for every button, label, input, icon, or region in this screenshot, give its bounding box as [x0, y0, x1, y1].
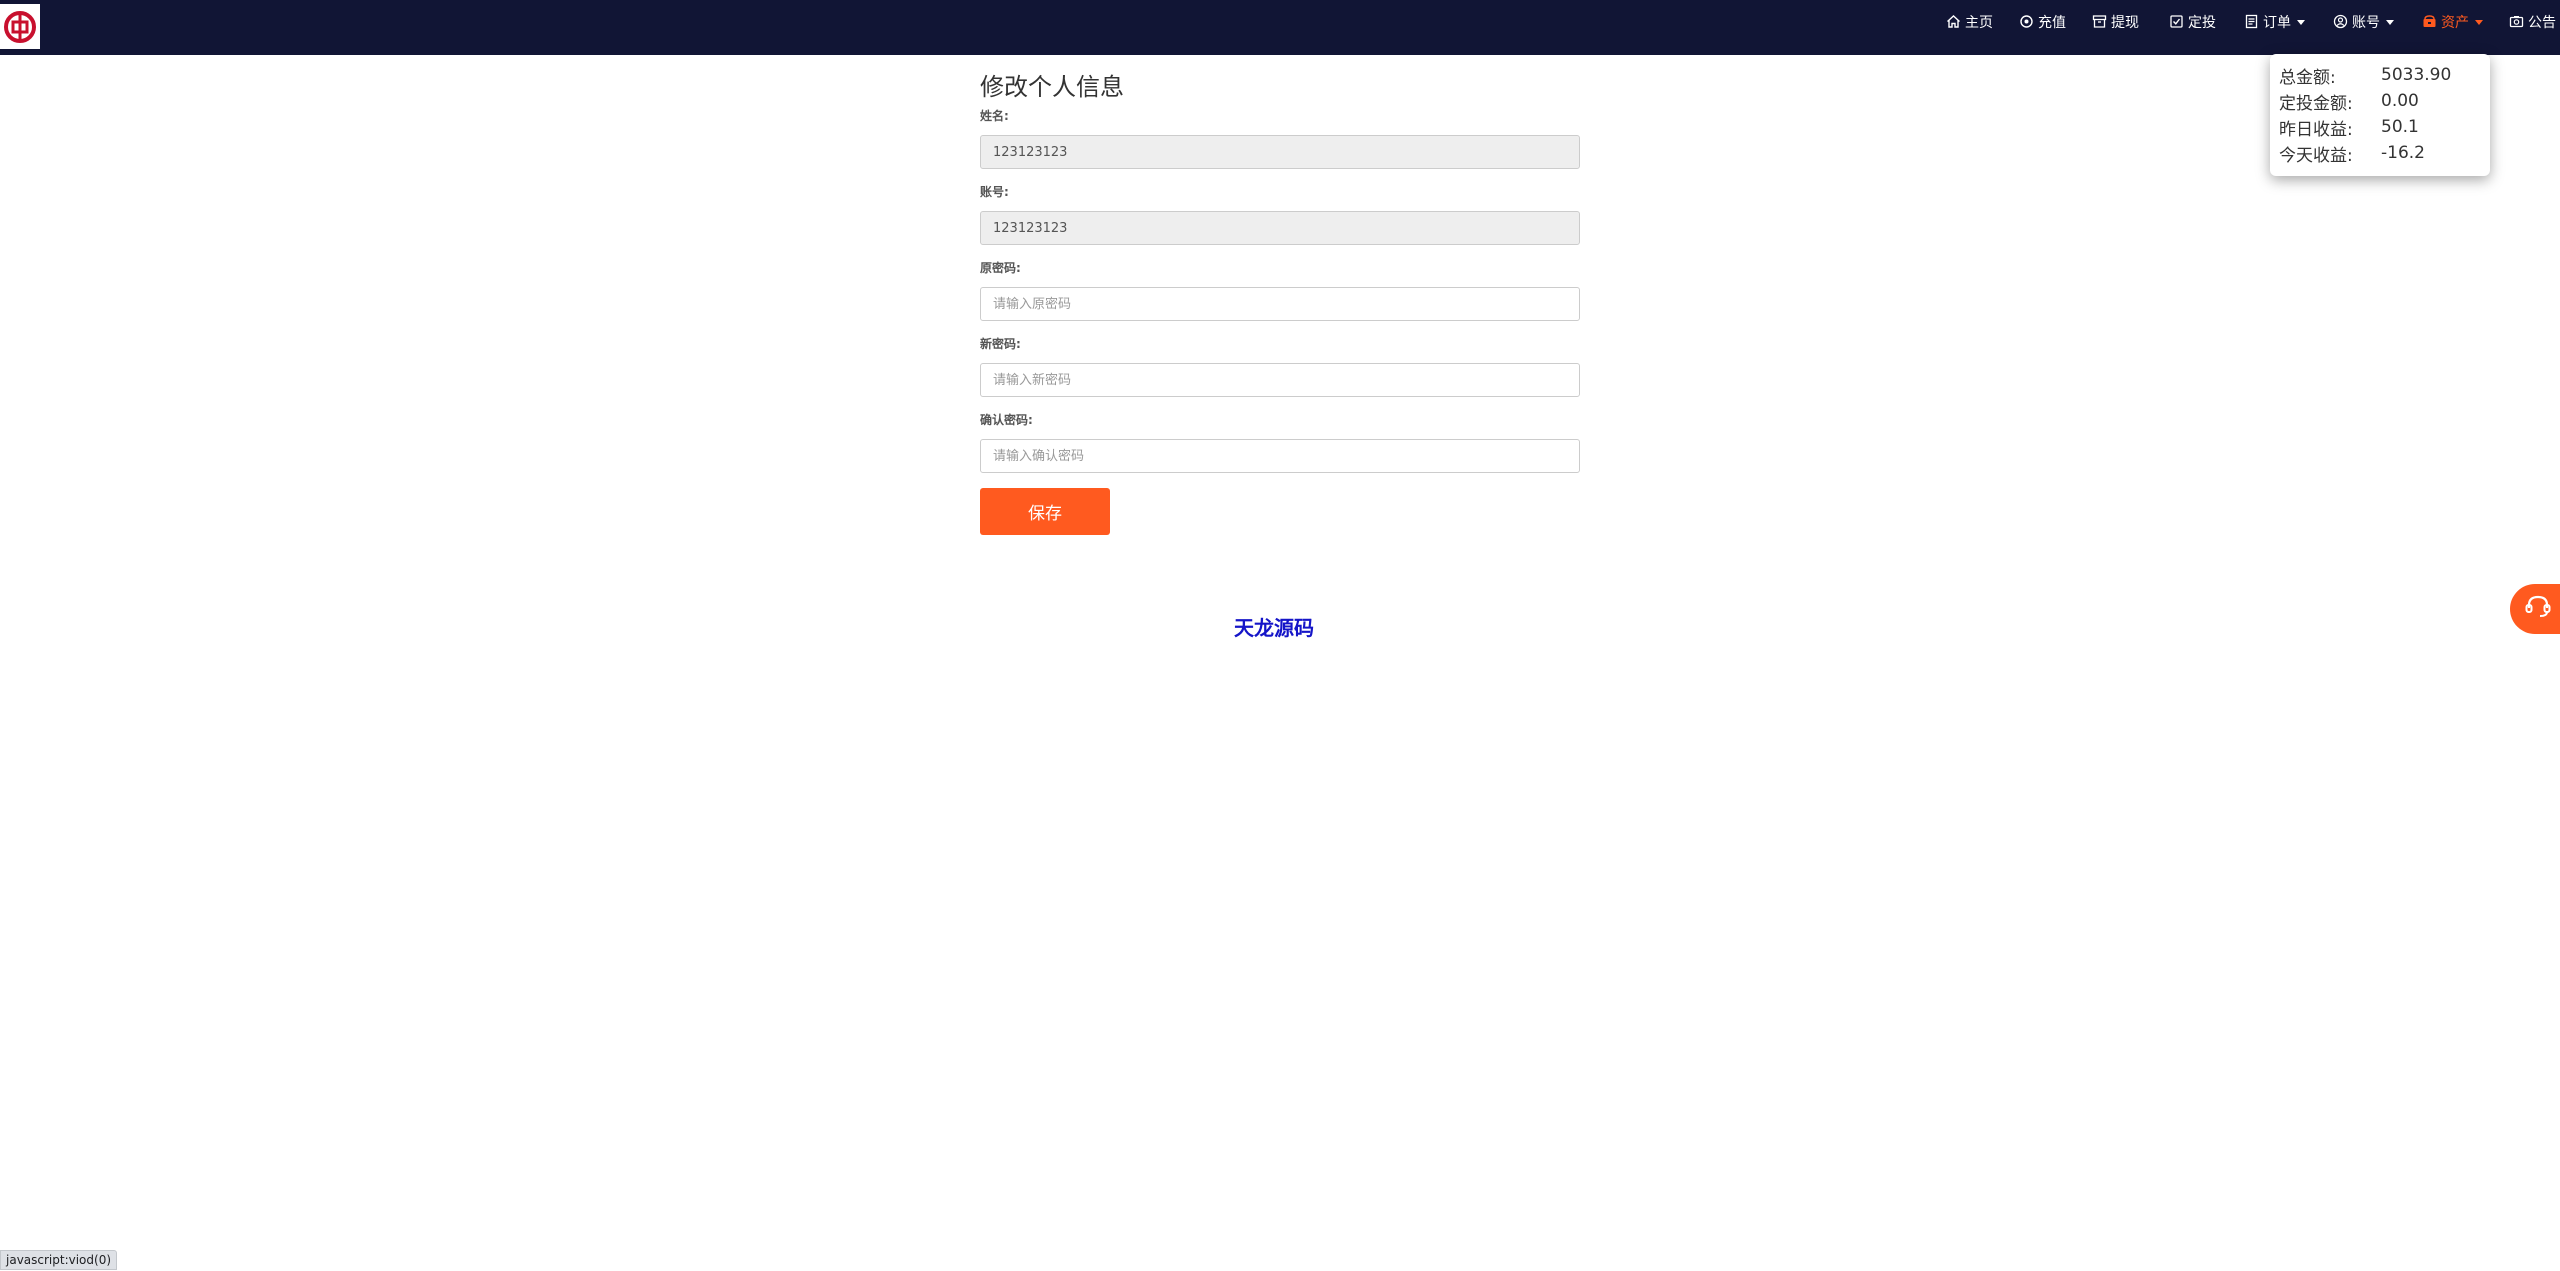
nav-item-label: 资产 — [2441, 14, 2469, 31]
browser-status-bar: javascript:viod(0) — [0, 1250, 118, 1270]
home-icon — [1946, 14, 1961, 29]
archive-icon — [2092, 14, 2107, 29]
chevron-down-icon — [2297, 20, 2305, 25]
top-navbar: 主页 充值 提现 定投 订单 账号 资产 公告 — [0, 0, 2560, 55]
new-password-label: 新密码: — [980, 337, 1021, 351]
user-circle-icon — [2333, 14, 2348, 29]
nav-item-withdraw[interactable]: 提现 — [2092, 0, 2139, 43]
assets-label: 昨日收益: — [2279, 119, 2353, 140]
assets-value: 5033.90 — [2381, 65, 2452, 85]
nav-item-label: 主页 — [1965, 14, 1993, 31]
bank-logo[interactable] — [0, 4, 40, 49]
name-label: 姓名: — [980, 109, 1009, 123]
name-field[interactable] — [980, 135, 1580, 169]
logo-icon — [4, 10, 36, 43]
assets-value: 0.00 — [2381, 91, 2419, 111]
nav-item-orders[interactable]: 订单 — [2244, 0, 2305, 43]
assets-label: 总金额: — [2279, 67, 2336, 88]
account-label: 账号: — [980, 185, 1009, 199]
assets-row-yesterday-income: 昨日收益: 50.1 — [2279, 114, 2490, 140]
assets-value: -16.2 — [2381, 143, 2425, 163]
nav-item-label: 提现 — [2111, 14, 2139, 31]
confirm-password-label: 确认密码: — [980, 413, 1033, 427]
page-title: 修改个人信息 — [980, 73, 1124, 101]
nav-item-label: 定投 — [2188, 14, 2216, 31]
nav-item-label: 充值 — [2038, 14, 2066, 31]
chevron-down-icon — [2475, 20, 2483, 25]
footer-brand[interactable]: 天龙源码 — [1234, 612, 1314, 641]
new-password-field[interactable] — [980, 363, 1580, 397]
checkbox-icon — [2169, 14, 2184, 29]
assets-dropdown: 总金额: 5033.90 定投金额: 0.00 昨日收益: 50.1 今天收益:… — [2270, 54, 2490, 176]
nav-item-account[interactable]: 账号 — [2333, 0, 2394, 43]
nav-item-label: 账号 — [2352, 14, 2380, 31]
nav-item-notice[interactable]: 公告 — [2509, 0, 2556, 43]
confirm-password-field[interactable] — [980, 439, 1580, 473]
circle-dot-icon — [2019, 14, 2034, 29]
nav-item-recharge[interactable]: 充值 — [2019, 0, 2066, 43]
assets-value: 50.1 — [2381, 117, 2419, 137]
profile-form: 修改个人信息 姓名: 账号: 原密码: 新密码: 确认密码: 保存 — [980, 70, 1580, 535]
account-field[interactable] — [980, 211, 1580, 245]
chevron-down-icon — [2386, 20, 2394, 25]
nav-item-fixed-invest[interactable]: 定投 — [2169, 0, 2216, 43]
assets-row-total: 总金额: 5033.90 — [2279, 62, 2490, 88]
headset-icon — [2524, 594, 2552, 624]
camera-icon — [2509, 14, 2524, 29]
assets-label: 定投金额: — [2279, 93, 2353, 114]
old-password-field[interactable] — [980, 287, 1580, 321]
assets-row-today-income: 今天收益: -16.2 — [2279, 140, 2490, 166]
nav-item-label: 订单 — [2263, 14, 2291, 31]
nav-item-label: 公告 — [2528, 14, 2556, 31]
customer-service-button[interactable] — [2510, 584, 2560, 634]
old-password-label: 原密码: — [980, 261, 1021, 275]
nav-item-home[interactable]: 主页 — [1946, 0, 1993, 43]
assets-label: 今天收益: — [2279, 145, 2353, 166]
save-button[interactable]: 保存 — [980, 488, 1110, 535]
assets-row-fixed-invest: 定投金额: 0.00 — [2279, 88, 2490, 114]
document-icon — [2244, 14, 2259, 29]
wallet-icon — [2422, 14, 2437, 29]
nav-menu: 主页 充值 提现 定投 订单 账号 资产 公告 — [1946, 0, 2560, 43]
nav-item-assets[interactable]: 资产 — [2422, 0, 2483, 43]
